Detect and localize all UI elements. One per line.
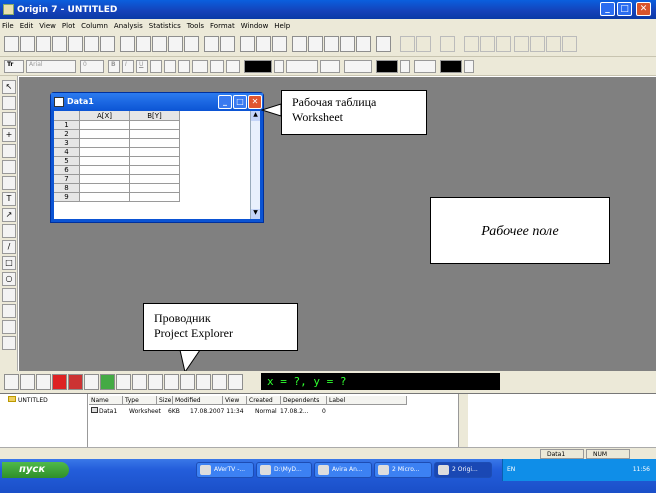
origin-app: Origin 7 - UNTITLED _ □ ✕ File Edit View… <box>0 0 656 493</box>
item-type: Worksheet <box>129 408 161 415</box>
box-chart-icon[interactable] <box>196 374 211 390</box>
project-explorer: UNTITLED Name Type Size Modified View Cr… <box>0 393 656 448</box>
explorer-callout-pointer <box>179 349 201 374</box>
bar-plot-icon[interactable] <box>68 374 83 390</box>
task-avira[interactable]: Avira An... <box>314 462 372 478</box>
task-word[interactable]: 2 Micro... <box>374 462 432 478</box>
task-explorer-folder[interactable]: D:\MyD... <box>256 462 312 478</box>
scatter-plot-icon[interactable] <box>20 374 35 390</box>
explorer-callout-ru: Проводник <box>154 311 211 325</box>
worksheet-callout: Рабочая таблица Worksheet <box>281 90 427 135</box>
word-icon <box>378 465 389 475</box>
line-plot-icon[interactable] <box>4 374 19 390</box>
histogram-icon[interactable] <box>212 374 227 390</box>
item-size: 6KB <box>168 408 180 415</box>
polar-plot-icon[interactable] <box>132 374 147 390</box>
col-dependents[interactable]: Dependents <box>281 396 327 405</box>
task-avertv[interactable]: AVerTV -... <box>196 462 254 478</box>
col-view[interactable]: View <box>223 396 247 405</box>
origin-icon <box>438 465 449 475</box>
explorer-callout: Проводник Project Explorer <box>143 303 298 351</box>
status-bar: Data1 NUM <box>0 447 656 459</box>
smith-chart-icon[interactable] <box>164 374 179 390</box>
vector-plot-icon[interactable] <box>180 374 195 390</box>
area-plot-icon[interactable] <box>100 374 115 390</box>
worksheet-callout-pointer <box>260 103 282 117</box>
system-tray: EN 11:56 <box>502 459 656 481</box>
col-size[interactable]: Size <box>157 396 173 405</box>
item-label <box>368 407 408 416</box>
status-num-lock: NUM <box>586 449 630 459</box>
coordinates-readout: x = ?, y = ? <box>261 373 500 390</box>
folder-icon <box>8 396 16 402</box>
worksheet-callout-en: Worksheet <box>292 110 344 124</box>
col-modified[interactable]: Modified <box>173 396 223 405</box>
explorer-splitter[interactable] <box>458 394 468 448</box>
item-modified: 17.08.2007 11:34 <box>190 408 244 415</box>
explorer-preview-pane <box>470 394 656 448</box>
clock[interactable]: 11:56 <box>633 459 650 481</box>
workfield-label: Рабочее поле <box>430 197 610 264</box>
col-created[interactable]: Created <box>247 396 281 405</box>
avira-icon <box>318 465 329 475</box>
task-origin[interactable]: 2 Origi... <box>434 462 492 478</box>
item-created: 17.08.2... <box>280 408 309 415</box>
col-type[interactable]: Type <box>123 396 157 405</box>
fill-area-icon[interactable] <box>116 374 131 390</box>
explorer-callout-en: Project Explorer <box>154 326 233 340</box>
column-plot-icon[interactable] <box>52 374 67 390</box>
folder-icon <box>260 465 271 475</box>
worksheet-small-icon <box>91 407 98 413</box>
item-dependents: 0 <box>322 408 326 415</box>
item-view: Normal <box>255 408 277 415</box>
windows-taskbar: пуск AVerTV -... D:\MyD... Avira An... 2… <box>0 459 656 493</box>
ternary-plot-icon[interactable] <box>148 374 163 390</box>
col-label[interactable]: Label <box>327 396 407 405</box>
folder-tree-root[interactable]: UNTITLED <box>6 396 86 405</box>
avertv-icon <box>200 465 211 475</box>
pie-plot-icon[interactable] <box>84 374 99 390</box>
status-active-window: Data1 <box>540 449 584 459</box>
start-button[interactable]: пуск <box>2 462 69 478</box>
line-symbol-plot-icon[interactable] <box>36 374 51 390</box>
language-indicator[interactable]: EN <box>507 466 515 473</box>
quick-launch-bar[interactable] <box>84 464 184 476</box>
worksheet-callout-ru: Рабочая таблица <box>292 95 377 109</box>
col-name[interactable]: Name <box>89 396 123 405</box>
explorer-divider <box>87 394 88 448</box>
item-name: Data1 <box>89 407 123 416</box>
stack-plot-icon[interactable] <box>228 374 243 390</box>
